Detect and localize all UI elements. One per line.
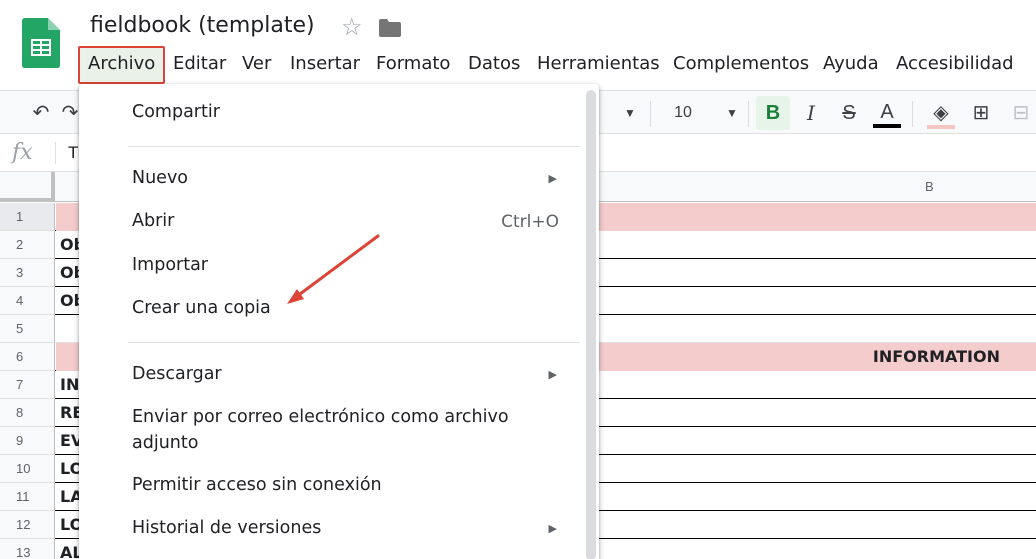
select-all-corner[interactable] <box>0 172 55 202</box>
menu-complementos[interactable]: Complementos <box>673 46 809 84</box>
submenu-arrow-icon: ▶ <box>548 173 557 185</box>
fx-icon: fx <box>12 140 33 165</box>
row-number[interactable]: 10 <box>0 455 55 483</box>
toolbar-separator <box>650 101 651 127</box>
row-number[interactable]: 11 <box>0 483 55 511</box>
toolbar-separator <box>748 101 749 127</box>
star-icon[interactable]: ☆ <box>341 14 363 42</box>
row-number[interactable]: 9 <box>0 427 55 455</box>
menu-scrollbar[interactable] <box>586 90 596 559</box>
submenu-arrow-icon: ▶ <box>548 369 557 381</box>
menu-item-enviar-correo[interactable]: Enviar por correo electrónico como archi… <box>132 404 509 456</box>
menu-editar[interactable]: Editar <box>173 46 226 84</box>
menu-separator <box>128 342 580 343</box>
menu-item-importar[interactable]: Importar <box>132 252 208 278</box>
row-number[interactable]: 12 <box>0 511 55 539</box>
menu-ver[interactable]: Ver <box>242 46 271 84</box>
row-number[interactable]: 8 <box>0 399 55 427</box>
menu-separator <box>128 146 580 147</box>
sheets-window: fieldbook (template) ☆ Archivo Editar Ve… <box>0 0 1036 559</box>
strikethrough-button[interactable]: S <box>836 91 862 135</box>
menu-herramientas[interactable]: Herramientas <box>537 46 660 84</box>
row-number[interactable]: 6 <box>0 343 55 371</box>
menu-item-compartir[interactable]: Compartir <box>132 99 220 125</box>
archivo-dropdown-menu: Compartir Nuevo ▶ Abrir Ctrl+O Importar … <box>79 84 599 559</box>
menu-item-descargar[interactable]: Descargar <box>132 361 222 387</box>
font-size-value[interactable]: 10 <box>668 91 698 135</box>
borders-icon[interactable]: ⊞ <box>966 91 996 135</box>
toolbar-separator <box>912 101 913 127</box>
fill-color-indicator <box>927 125 955 129</box>
menu-insertar[interactable]: Insertar <box>290 46 360 84</box>
column-header-b[interactable]: B <box>925 179 934 194</box>
menu-item-historial[interactable]: Historial de versiones <box>132 515 321 541</box>
menu-item-sin-conexion[interactable]: Permitir acceso sin conexión <box>132 472 382 498</box>
row-number[interactable]: 1 <box>0 203 55 231</box>
undo-icon[interactable]: ↶ <box>26 91 56 135</box>
bold-button[interactable]: B <box>756 96 790 130</box>
italic-button[interactable]: I <box>798 91 824 135</box>
document-title[interactable]: fieldbook (template) <box>90 13 315 38</box>
menu-item-nuevo[interactable]: Nuevo <box>132 165 188 191</box>
row-number[interactable]: 7 <box>0 371 55 399</box>
submenu-arrow-icon: ▶ <box>548 523 557 535</box>
formula-separator <box>55 142 56 164</box>
menu-item-abrir[interactable]: Abrir <box>132 208 174 234</box>
menu-item-enviar-line2: adjunto <box>132 433 199 453</box>
shortcut-abrir: Ctrl+O <box>501 212 559 232</box>
menu-datos[interactable]: Datos <box>468 46 520 84</box>
menu-formato[interactable]: Formato <box>376 46 450 84</box>
menu-ayuda[interactable]: Ayuda <box>823 46 879 84</box>
menu-accesibilidad[interactable]: Accesibilidad <box>896 46 1014 84</box>
menu-archivo[interactable]: Archivo <box>78 46 166 84</box>
menu-item-enviar-line1: Enviar por correo electrónico como archi… <box>132 407 509 427</box>
merge-cells-icon[interactable]: ⊟ <box>1006 91 1036 135</box>
row-number[interactable]: 3 <box>0 259 55 287</box>
text-color-button[interactable]: A <box>873 98 901 128</box>
redo-icon[interactable]: ↷ <box>60 91 80 135</box>
sheets-logo-icon[interactable] <box>22 18 60 68</box>
row-number[interactable]: 4 <box>0 287 55 315</box>
row-number[interactable]: 13 <box>0 539 55 559</box>
formula-input[interactable]: T <box>68 143 78 163</box>
row-number[interactable]: 2 <box>0 231 55 259</box>
row-number[interactable]: 5 <box>0 315 55 343</box>
folder-icon[interactable] <box>379 19 401 37</box>
font-size-dropdown-icon[interactable]: ▼ <box>720 91 744 135</box>
menu-item-crear-copia[interactable]: Crear una copia <box>132 295 271 321</box>
font-dropdown-arrow-icon[interactable]: ▼ <box>618 91 642 135</box>
information-header[interactable]: INFORMATION <box>873 343 1000 371</box>
